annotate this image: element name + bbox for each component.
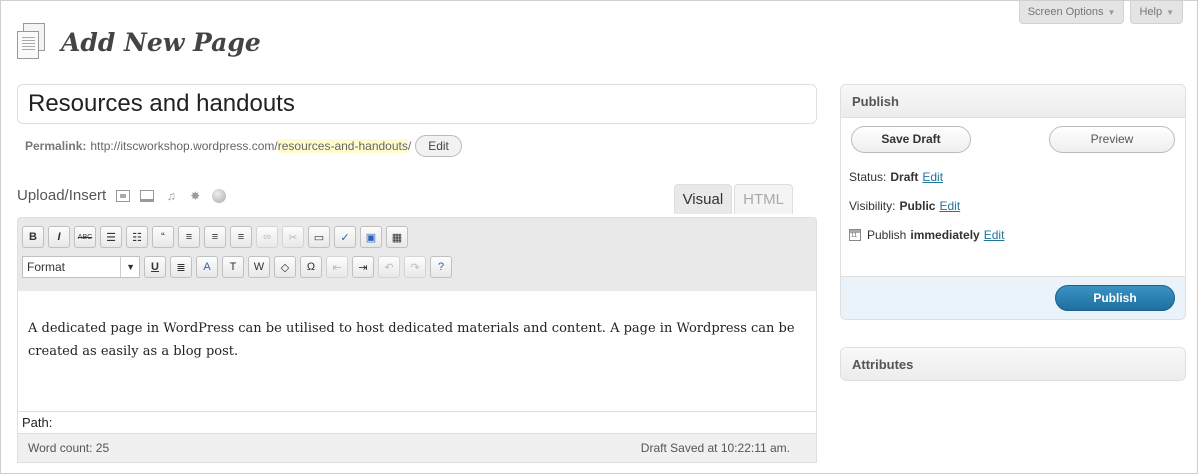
link-button[interactable]: ∞ — [256, 226, 278, 248]
page-title: Add New Page — [61, 27, 261, 57]
media-buttons: Upload/Insert ♫ ✸ — [17, 187, 227, 204]
redo-button[interactable]: ↷ — [404, 256, 426, 278]
save-draft-button[interactable]: Save Draft — [851, 126, 971, 153]
visibility-value: Public — [899, 198, 936, 213]
toolbar-row-1: B I ABC ☰ ☷ “≡ ≡ ≡ ∞ ✂ ▭ ✓ ▣ ▦ — [22, 222, 812, 252]
editor-toolbar: B I ABC ☰ ☷ “≡ ≡ ≡ ∞ ✂ ▭ ✓ ▣ ▦ Format ▼ U ≣ A T W ◇ Ω ⇤ ⇥ ↶ ↷? — [17, 217, 817, 291]
status-value: Draft — [890, 169, 919, 184]
align-left-button[interactable]: ≡ — [178, 226, 200, 248]
italic-button[interactable]: I — [48, 226, 70, 248]
visibility-label: Visibility: — [849, 198, 896, 213]
screen-options-tab[interactable]: Screen Options ▼ — [1018, 1, 1125, 24]
editor-path: Path: — [17, 411, 817, 433]
permalink-slug[interactable]: resources-and-handouts — [277, 139, 408, 153]
audio-icon[interactable]: ♫ — [164, 190, 178, 202]
kitchen-sink-button[interactable]: ▦ — [386, 226, 408, 248]
media-icon[interactable]: ✸ — [188, 190, 202, 202]
calendar-icon — [849, 228, 861, 241]
circle-icon[interactable] — [212, 188, 227, 203]
publish-actions: Save Draft Preview — [841, 118, 1185, 162]
editor-statusbar: Word count: 25 Draft Saved at 10:22:11 a… — [17, 433, 817, 463]
paste-text-button[interactable]: T — [222, 256, 244, 278]
visibility-edit-link[interactable]: Edit — [939, 199, 960, 213]
indent-button[interactable]: ⇥ — [352, 256, 374, 278]
toolbar-row-2: Format ▼ U ≣ A T W ◇ Ω ⇤ ⇥ ↶ ↷? — [22, 252, 812, 282]
strikethrough-button[interactable]: ABC — [74, 226, 96, 248]
align-right-button[interactable]: ≡ — [230, 226, 252, 248]
format-label: Format — [27, 260, 66, 274]
help-label: Help — [1139, 5, 1163, 18]
undo-button[interactable]: ↶ — [378, 256, 400, 278]
paste-word-button[interactable]: W — [248, 256, 270, 278]
status-label: Status: — [849, 169, 887, 184]
numbered-list-button[interactable]: ☷ — [126, 226, 148, 248]
publish-button[interactable]: Publish — [1055, 285, 1175, 311]
publish-footer: Publish — [841, 276, 1185, 319]
preview-button[interactable]: Preview — [1049, 126, 1175, 153]
status-row: Status: Draft Edit — [841, 162, 1185, 191]
triangle-down-icon: ▼ — [1166, 7, 1174, 17]
underline-button[interactable]: U — [144, 256, 166, 278]
blockquote-button[interactable]: “ — [152, 226, 174, 248]
justify-button[interactable]: ≣ — [170, 256, 192, 278]
screen-meta-tabs: Screen Options ▼ Help ▼ — [1018, 1, 1183, 24]
permalink-label: Permalink: — [25, 139, 87, 153]
editor-tabs: Visual HTML — [673, 184, 793, 214]
bold-button[interactable]: B — [22, 226, 44, 248]
tab-html[interactable]: HTML — [734, 184, 793, 214]
page-heading: Add New Page — [17, 23, 261, 61]
editor-content[interactable]: A dedicated page in WordPress can be uti… — [17, 291, 817, 411]
help-button[interactable]: ? — [430, 256, 452, 278]
attributes-box: Attributes — [840, 347, 1186, 381]
visibility-row: Visibility: Public Edit — [841, 191, 1185, 220]
publish-when: immediately — [910, 227, 980, 242]
permalink-base: http://itscworkshop.wordpress.com/ — [90, 139, 278, 153]
post-editor: Upload/Insert ♫ ✸ Visual HTML B I ABC ☰ ☷ “≡ ≡… — [17, 181, 817, 463]
remove-format-button[interactable]: ◇ — [274, 256, 296, 278]
status-edit-link[interactable]: Edit — [922, 170, 943, 184]
word-count: Word count: 25 — [28, 441, 110, 455]
fullscreen-button[interactable]: ▣ — [360, 226, 382, 248]
special-char-button[interactable]: Ω — [300, 256, 322, 278]
schedule-edit-link[interactable]: Edit — [984, 228, 1005, 242]
publish-box: Publish Save Draft Preview Status: Draft… — [840, 84, 1186, 320]
help-tab[interactable]: Help ▼ — [1130, 1, 1183, 24]
text-color-button[interactable]: A — [196, 256, 218, 278]
publish-box-title[interactable]: Publish — [841, 85, 1185, 118]
format-select[interactable]: Format ▼ — [22, 256, 140, 278]
unlink-button[interactable]: ✂ — [282, 226, 304, 248]
tab-visual[interactable]: Visual — [673, 184, 733, 214]
permalink-row: Permalink: http://itscworkshop.wordpress… — [25, 134, 462, 158]
upload-insert-label: Upload/Insert — [17, 187, 107, 204]
outdent-button[interactable]: ⇤ — [326, 256, 348, 278]
triangle-down-icon: ▼ — [1107, 7, 1116, 17]
content-paragraph: A dedicated page in WordPress can be uti… — [28, 321, 795, 359]
spellcheck-button[interactable]: ✓ — [334, 226, 356, 248]
post-title-input[interactable]: Resources and handouts — [17, 84, 817, 124]
more-button[interactable]: ▭ — [308, 226, 330, 248]
schedule-row: Publish immediately Edit — [841, 220, 1185, 249]
publish-label: Publish — [867, 227, 907, 242]
draft-saved-status: Draft Saved at 10:22:11 am. — [640, 441, 790, 455]
chevron-down-icon: ▼ — [120, 257, 135, 277]
image-icon[interactable] — [116, 189, 131, 202]
video-icon[interactable] — [140, 189, 155, 202]
bullet-list-button[interactable]: ☰ — [100, 226, 122, 248]
permalink-edit-button[interactable]: Edit — [415, 135, 462, 157]
attributes-box-title[interactable]: Attributes — [841, 348, 1185, 380]
align-center-button[interactable]: ≡ — [204, 226, 226, 248]
wp-admin-frame: Screen Options ▼ Help ▼ Add New Page Res… — [0, 0, 1198, 474]
pages-icon — [17, 23, 47, 61]
permalink-trail: / — [407, 139, 412, 153]
screen-options-label: Screen Options — [1027, 5, 1104, 18]
